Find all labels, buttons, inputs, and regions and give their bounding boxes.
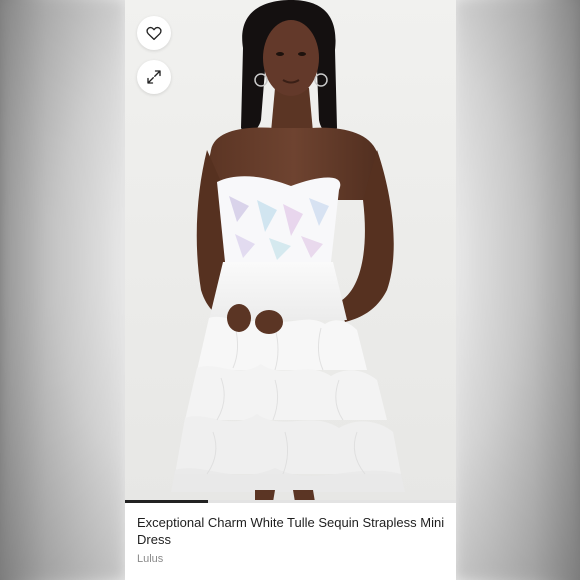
product-brand[interactable]: Lulus xyxy=(137,553,447,565)
listing-card[interactable]: Exceptional Charm White Tulle Sequin Str… xyxy=(125,0,456,580)
screen: Exceptional Charm White Tulle Sequin Str… xyxy=(0,0,580,580)
expand-arrows-icon xyxy=(147,70,161,84)
image-gallery-progress-fill xyxy=(125,500,208,503)
image-gallery-progress xyxy=(125,500,456,503)
product-photo[interactable] xyxy=(125,0,456,502)
like-button[interactable] xyxy=(137,16,171,50)
blurred-background-left xyxy=(0,0,125,580)
expand-image-button[interactable] xyxy=(137,60,171,94)
heart-icon xyxy=(146,26,162,41)
blurred-background-right xyxy=(455,0,580,580)
product-info: Exceptional Charm White Tulle Sequin Str… xyxy=(137,514,447,565)
product-photo-illustration xyxy=(125,0,456,502)
product-title[interactable]: Exceptional Charm White Tulle Sequin Str… xyxy=(137,514,447,548)
